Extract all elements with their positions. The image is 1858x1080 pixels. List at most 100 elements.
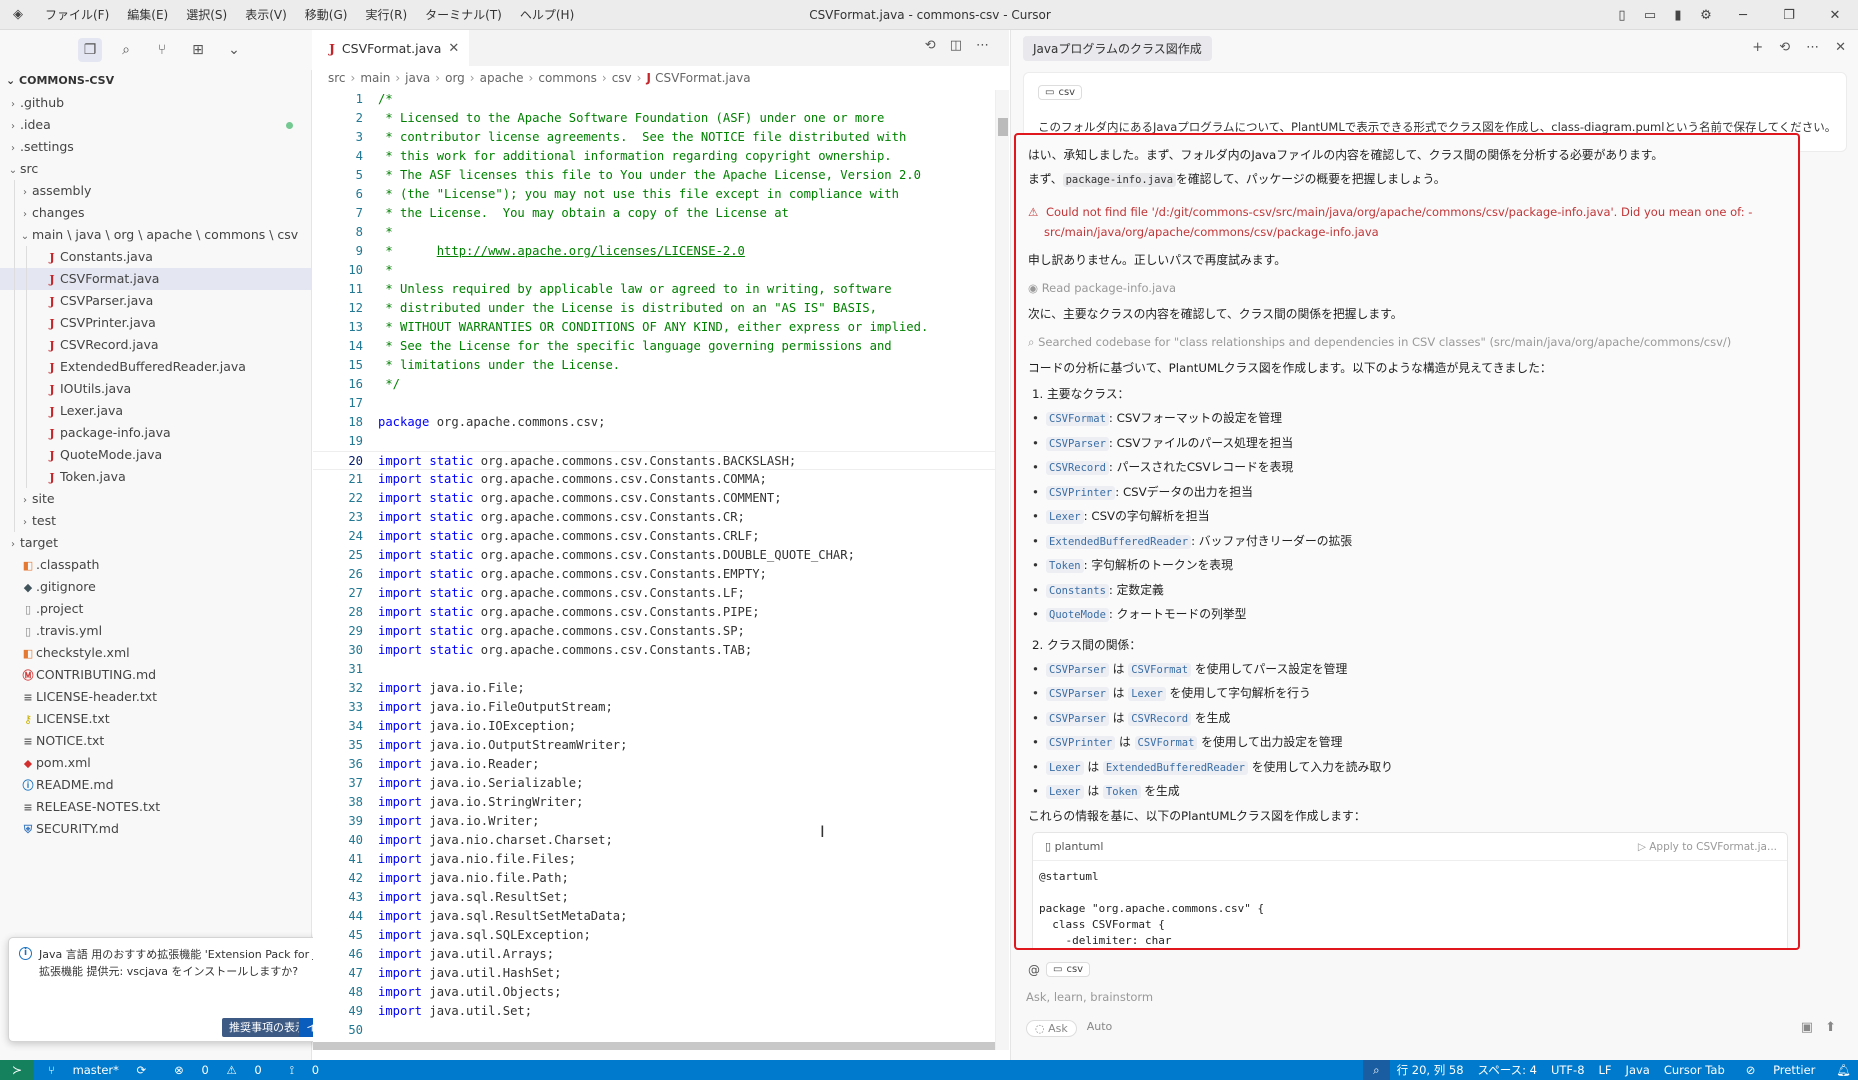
menu-item[interactable]: ファイル(F) bbox=[36, 0, 118, 30]
source-control-icon[interactable]: ⑂ bbox=[150, 38, 174, 62]
tree-item[interactable]: ≡ RELEASE-NOTES.txt bbox=[0, 796, 311, 818]
history-icon[interactable]: ⟲ bbox=[925, 38, 936, 53]
class-name[interactable]: CSVRecord bbox=[1128, 711, 1192, 726]
class-name[interactable]: CSVParser bbox=[1046, 711, 1109, 726]
class-name[interactable]: CSVFormat bbox=[1134, 736, 1198, 750]
tree-item[interactable]: J Constants.java bbox=[0, 246, 311, 268]
explorer-icon[interactable]: ❐ bbox=[78, 38, 102, 62]
apply-button[interactable]: ▷ Apply to CSVFormat.ja... bbox=[1638, 833, 1777, 861]
prettier[interactable]: ⊘ Prettier bbox=[1732, 1063, 1830, 1077]
mode-selector[interactable]: ◌ Ask bbox=[1026, 1020, 1077, 1037]
tree-item[interactable]: Ⓜ CONTRIBUTING.md bbox=[0, 664, 311, 686]
scrollbar-thumb[interactable] bbox=[998, 118, 1008, 136]
tree-item[interactable]: ▯ .travis.yml bbox=[0, 620, 311, 642]
menu-item[interactable]: ターミナル(T) bbox=[416, 0, 511, 30]
tree-item[interactable]: › changes bbox=[0, 202, 311, 224]
explorer-root[interactable]: ⌄ COMMONS-CSV bbox=[0, 70, 311, 92]
close-tab-icon[interactable]: ✕ bbox=[448, 41, 459, 56]
class-name[interactable]: ExtendedBufferedReader bbox=[1102, 760, 1248, 775]
tree-item[interactable]: J CSVFormat.java bbox=[0, 268, 311, 290]
tree-item[interactable]: › target bbox=[0, 532, 311, 554]
class-name[interactable]: CSVParser bbox=[1046, 687, 1109, 701]
tree-item[interactable]: › test bbox=[0, 510, 311, 532]
tree-item[interactable]: ⬥ pom.xml bbox=[0, 752, 311, 774]
editor-scrollbar[interactable] bbox=[995, 90, 1009, 1050]
search-icon[interactable]: ⌕ bbox=[114, 38, 138, 62]
close-window-button[interactable]: ✕ bbox=[1812, 8, 1858, 23]
tree-item[interactable]: ≡ LICENSE-header.txt bbox=[0, 686, 311, 708]
mention-icon[interactable]: @ bbox=[1028, 963, 1040, 977]
breadcrumb-item[interactable]: src bbox=[328, 71, 346, 85]
chat-title-tab[interactable]: Javaプログラムのクラス図作成 bbox=[1023, 35, 1212, 61]
class-name[interactable]: Lexer bbox=[1046, 760, 1084, 775]
eol[interactable]: LF bbox=[1592, 1063, 1619, 1077]
more-actions-icon[interactable]: ⋯ bbox=[1806, 40, 1819, 55]
tree-item[interactable]: › site bbox=[0, 488, 311, 510]
class-name[interactable]: Lexer bbox=[1128, 687, 1166, 701]
tree-item[interactable]: Jpackage-info.java bbox=[0, 422, 311, 444]
problems[interactable]: ⊗ 0 ⚠ 0 bbox=[160, 1063, 276, 1078]
class-name[interactable]: QuoteMode bbox=[1046, 608, 1109, 622]
menu-item[interactable]: 移動(G) bbox=[296, 0, 357, 30]
tree-item[interactable]: ◧ .classpath bbox=[0, 554, 311, 576]
class-name[interactable]: CSVFormat bbox=[1128, 662, 1192, 677]
tree-item[interactable]: J IOUtils.java bbox=[0, 378, 311, 400]
class-name[interactable]: ExtendedBufferedReader bbox=[1046, 534, 1192, 549]
breadcrumb-item[interactable]: org bbox=[445, 71, 465, 85]
class-name[interactable]: Lexer bbox=[1046, 785, 1084, 799]
cursor-position[interactable]: 行 20, 列 58 bbox=[1390, 1062, 1471, 1078]
chat-input-field[interactable]: Ask, learn, brainstorm bbox=[1026, 990, 1153, 1004]
tree-item[interactable]: › assembly bbox=[0, 180, 311, 202]
tool-search[interactable]: ⌕ Searched codebase for "class relations… bbox=[1028, 332, 1786, 352]
tab-csvformat[interactable]: J CSVFormat.java ✕ bbox=[313, 30, 470, 66]
code-view[interactable]: 1 /* 2 * Licensed to the Apache Software F… bbox=[313, 90, 1009, 1050]
tree-item[interactable]: J CSVPrinter.java bbox=[0, 312, 311, 334]
history-icon[interactable]: ⟲ bbox=[1779, 40, 1790, 55]
menu-item[interactable]: 選択(S) bbox=[177, 0, 236, 30]
chevron-down-icon[interactable]: ⌄ bbox=[222, 38, 246, 62]
tree-item[interactable]: ⚷ LICENSE.txt bbox=[0, 708, 311, 730]
class-name[interactable]: Token bbox=[1102, 785, 1141, 799]
tree-item[interactable]: ⌄ main \ java \ org \ apache \ commons \ … bbox=[0, 224, 311, 246]
tree-item[interactable]: ◆ .gitignore bbox=[0, 576, 311, 598]
tree-item[interactable]: ⌄ src bbox=[0, 158, 311, 180]
class-name[interactable]: CSVPrinter bbox=[1046, 485, 1116, 500]
class-name[interactable]: CSVRecord bbox=[1046, 461, 1109, 475]
maximize-button[interactable]: ❐ bbox=[1766, 8, 1812, 23]
breadcrumb-item[interactable]: apache bbox=[480, 71, 524, 85]
ports[interactable]: ⟟ 0 bbox=[276, 1063, 333, 1078]
tree-item[interactable]: ▯ .project bbox=[0, 598, 311, 620]
menu-item[interactable]: ヘルプ(H) bbox=[511, 0, 583, 30]
close-icon[interactable]: ✕ bbox=[1835, 40, 1846, 55]
tree-item[interactable]: J ExtendedBufferedReader.java bbox=[0, 356, 311, 378]
menu-item[interactable]: 編集(E) bbox=[118, 0, 177, 30]
model-selector[interactable]: Auto bbox=[1087, 1020, 1113, 1037]
image-icon[interactable]: ▣ bbox=[1801, 1020, 1813, 1035]
class-name[interactable]: CSVParser bbox=[1046, 436, 1109, 451]
breadcrumb-item[interactable]: CSVFormat.java bbox=[655, 71, 750, 85]
tree-item[interactable]: › .settings bbox=[0, 136, 311, 158]
class-name[interactable]: Constants bbox=[1046, 583, 1109, 598]
extensions-icon[interactable]: ⊞ bbox=[186, 38, 210, 62]
breadcrumb-item[interactable]: commons bbox=[538, 71, 597, 85]
new-chat-icon[interactable]: + bbox=[1752, 40, 1763, 55]
breadcrumb-item[interactable]: main bbox=[360, 71, 390, 85]
tool-read[interactable]: ◉ Read package-info.java bbox=[1028, 278, 1786, 298]
tree-item[interactable]: › .idea bbox=[0, 114, 311, 136]
language-mode[interactable]: Java bbox=[1619, 1063, 1657, 1077]
license-url[interactable]: http://www.apache.org/licenses/LICENSE-2… bbox=[437, 244, 745, 258]
split-editor-icon[interactable]: ◫ bbox=[950, 38, 962, 53]
class-name[interactable]: Token bbox=[1046, 559, 1084, 573]
git-branch[interactable]: ⑂ master* ⟳ bbox=[34, 1063, 160, 1078]
cursor-tab[interactable]: Cursor Tab bbox=[1657, 1063, 1732, 1077]
class-name[interactable]: CSVPrinter bbox=[1046, 736, 1116, 750]
class-name[interactable]: Lexer bbox=[1046, 510, 1084, 524]
tree-item[interactable]: ⛨ SECURITY.md bbox=[0, 818, 311, 840]
zoom-search-icon[interactable]: ⌕ bbox=[1363, 1060, 1390, 1080]
class-name[interactable]: CSVFormat bbox=[1046, 412, 1109, 426]
breadcrumb-item[interactable]: csv bbox=[612, 71, 632, 85]
remote-icon[interactable]: ≻ bbox=[0, 1060, 34, 1080]
send-icon[interactable]: ⬆ bbox=[1825, 1020, 1836, 1035]
settings-gear-icon[interactable]: ⚙ bbox=[1692, 8, 1720, 23]
menu-item[interactable]: 実行(R) bbox=[356, 0, 416, 30]
